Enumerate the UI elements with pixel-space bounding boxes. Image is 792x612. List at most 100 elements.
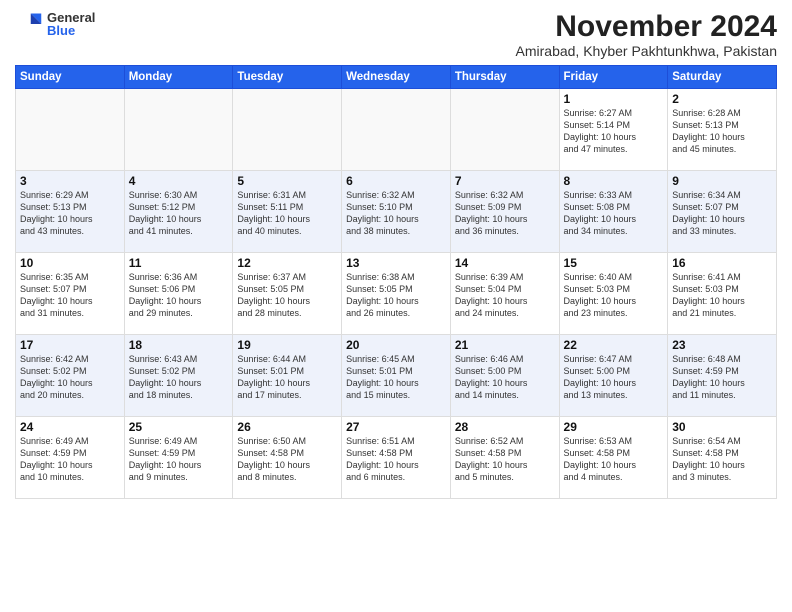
- day-cell: [124, 89, 233, 171]
- day-info: Sunrise: 6:48 AM Sunset: 4:59 PM Dayligh…: [672, 353, 772, 402]
- calendar-header-row: Sunday Monday Tuesday Wednesday Thursday…: [16, 66, 777, 89]
- header-tuesday: Tuesday: [233, 66, 342, 89]
- day-cell: 22Sunrise: 6:47 AM Sunset: 5:00 PM Dayli…: [559, 335, 668, 417]
- header-section: General Blue November 2024 Amirabad, Khy…: [15, 10, 777, 59]
- logo-icon: [15, 10, 43, 38]
- main-title: November 2024: [516, 10, 777, 43]
- day-info: Sunrise: 6:30 AM Sunset: 5:12 PM Dayligh…: [129, 189, 229, 238]
- day-number: 25: [129, 420, 229, 434]
- calendar-week-3: 10Sunrise: 6:35 AM Sunset: 5:07 PM Dayli…: [16, 253, 777, 335]
- day-info: Sunrise: 6:45 AM Sunset: 5:01 PM Dayligh…: [346, 353, 446, 402]
- day-number: 23: [672, 338, 772, 352]
- day-cell: 29Sunrise: 6:53 AM Sunset: 4:58 PM Dayli…: [559, 417, 668, 499]
- day-number: 9: [672, 174, 772, 188]
- day-number: 13: [346, 256, 446, 270]
- day-cell: 16Sunrise: 6:41 AM Sunset: 5:03 PM Dayli…: [668, 253, 777, 335]
- day-cell: 11Sunrise: 6:36 AM Sunset: 5:06 PM Dayli…: [124, 253, 233, 335]
- logo-text: General Blue: [47, 11, 95, 37]
- day-info: Sunrise: 6:51 AM Sunset: 4:58 PM Dayligh…: [346, 435, 446, 484]
- day-number: 6: [346, 174, 446, 188]
- day-info: Sunrise: 6:38 AM Sunset: 5:05 PM Dayligh…: [346, 271, 446, 320]
- day-number: 10: [20, 256, 120, 270]
- day-number: 22: [564, 338, 664, 352]
- day-info: Sunrise: 6:42 AM Sunset: 5:02 PM Dayligh…: [20, 353, 120, 402]
- day-info: Sunrise: 6:46 AM Sunset: 5:00 PM Dayligh…: [455, 353, 555, 402]
- day-info: Sunrise: 6:27 AM Sunset: 5:14 PM Dayligh…: [564, 107, 664, 156]
- title-section: November 2024 Amirabad, Khyber Pakhtunkh…: [516, 10, 777, 59]
- day-number: 30: [672, 420, 772, 434]
- day-number: 21: [455, 338, 555, 352]
- day-info: Sunrise: 6:52 AM Sunset: 4:58 PM Dayligh…: [455, 435, 555, 484]
- day-cell: 12Sunrise: 6:37 AM Sunset: 5:05 PM Dayli…: [233, 253, 342, 335]
- day-number: 2: [672, 92, 772, 106]
- day-cell: 28Sunrise: 6:52 AM Sunset: 4:58 PM Dayli…: [450, 417, 559, 499]
- day-number: 4: [129, 174, 229, 188]
- day-info: Sunrise: 6:49 AM Sunset: 4:59 PM Dayligh…: [20, 435, 120, 484]
- subtitle: Amirabad, Khyber Pakhtunkhwa, Pakistan: [516, 43, 777, 59]
- day-info: Sunrise: 6:36 AM Sunset: 5:06 PM Dayligh…: [129, 271, 229, 320]
- day-info: Sunrise: 6:50 AM Sunset: 4:58 PM Dayligh…: [237, 435, 337, 484]
- day-number: 3: [20, 174, 120, 188]
- day-cell: 23Sunrise: 6:48 AM Sunset: 4:59 PM Dayli…: [668, 335, 777, 417]
- day-info: Sunrise: 6:32 AM Sunset: 5:10 PM Dayligh…: [346, 189, 446, 238]
- day-number: 11: [129, 256, 229, 270]
- day-cell: 10Sunrise: 6:35 AM Sunset: 5:07 PM Dayli…: [16, 253, 125, 335]
- day-cell: 20Sunrise: 6:45 AM Sunset: 5:01 PM Dayli…: [342, 335, 451, 417]
- calendar-table: Sunday Monday Tuesday Wednesday Thursday…: [15, 65, 777, 499]
- day-cell: 24Sunrise: 6:49 AM Sunset: 4:59 PM Dayli…: [16, 417, 125, 499]
- day-cell: 1Sunrise: 6:27 AM Sunset: 5:14 PM Daylig…: [559, 89, 668, 171]
- page: General Blue November 2024 Amirabad, Khy…: [0, 0, 792, 612]
- day-cell: 27Sunrise: 6:51 AM Sunset: 4:58 PM Dayli…: [342, 417, 451, 499]
- header-wednesday: Wednesday: [342, 66, 451, 89]
- calendar-week-1: 1Sunrise: 6:27 AM Sunset: 5:14 PM Daylig…: [16, 89, 777, 171]
- day-info: Sunrise: 6:32 AM Sunset: 5:09 PM Dayligh…: [455, 189, 555, 238]
- calendar-week-4: 17Sunrise: 6:42 AM Sunset: 5:02 PM Dayli…: [16, 335, 777, 417]
- logo-blue-text: Blue: [47, 24, 95, 37]
- day-cell: 26Sunrise: 6:50 AM Sunset: 4:58 PM Dayli…: [233, 417, 342, 499]
- day-number: 19: [237, 338, 337, 352]
- day-cell: [450, 89, 559, 171]
- header-saturday: Saturday: [668, 66, 777, 89]
- day-number: 12: [237, 256, 337, 270]
- day-number: 5: [237, 174, 337, 188]
- day-info: Sunrise: 6:34 AM Sunset: 5:07 PM Dayligh…: [672, 189, 772, 238]
- calendar-week-2: 3Sunrise: 6:29 AM Sunset: 5:13 PM Daylig…: [16, 171, 777, 253]
- day-info: Sunrise: 6:37 AM Sunset: 5:05 PM Dayligh…: [237, 271, 337, 320]
- day-cell: 6Sunrise: 6:32 AM Sunset: 5:10 PM Daylig…: [342, 171, 451, 253]
- day-number: 8: [564, 174, 664, 188]
- day-cell: [16, 89, 125, 171]
- day-cell: 7Sunrise: 6:32 AM Sunset: 5:09 PM Daylig…: [450, 171, 559, 253]
- day-info: Sunrise: 6:33 AM Sunset: 5:08 PM Dayligh…: [564, 189, 664, 238]
- day-number: 28: [455, 420, 555, 434]
- day-cell: 13Sunrise: 6:38 AM Sunset: 5:05 PM Dayli…: [342, 253, 451, 335]
- day-info: Sunrise: 6:41 AM Sunset: 5:03 PM Dayligh…: [672, 271, 772, 320]
- day-info: Sunrise: 6:29 AM Sunset: 5:13 PM Dayligh…: [20, 189, 120, 238]
- day-cell: 17Sunrise: 6:42 AM Sunset: 5:02 PM Dayli…: [16, 335, 125, 417]
- day-info: Sunrise: 6:35 AM Sunset: 5:07 PM Dayligh…: [20, 271, 120, 320]
- day-cell: 9Sunrise: 6:34 AM Sunset: 5:07 PM Daylig…: [668, 171, 777, 253]
- day-number: 27: [346, 420, 446, 434]
- day-number: 16: [672, 256, 772, 270]
- day-info: Sunrise: 6:47 AM Sunset: 5:00 PM Dayligh…: [564, 353, 664, 402]
- header-sunday: Sunday: [16, 66, 125, 89]
- day-info: Sunrise: 6:31 AM Sunset: 5:11 PM Dayligh…: [237, 189, 337, 238]
- logo: General Blue: [15, 10, 95, 38]
- day-number: 18: [129, 338, 229, 352]
- day-cell: 8Sunrise: 6:33 AM Sunset: 5:08 PM Daylig…: [559, 171, 668, 253]
- day-cell: 18Sunrise: 6:43 AM Sunset: 5:02 PM Dayli…: [124, 335, 233, 417]
- day-info: Sunrise: 6:44 AM Sunset: 5:01 PM Dayligh…: [237, 353, 337, 402]
- day-number: 17: [20, 338, 120, 352]
- day-cell: 30Sunrise: 6:54 AM Sunset: 4:58 PM Dayli…: [668, 417, 777, 499]
- day-cell: 21Sunrise: 6:46 AM Sunset: 5:00 PM Dayli…: [450, 335, 559, 417]
- day-cell: 4Sunrise: 6:30 AM Sunset: 5:12 PM Daylig…: [124, 171, 233, 253]
- day-cell: 14Sunrise: 6:39 AM Sunset: 5:04 PM Dayli…: [450, 253, 559, 335]
- day-cell: 15Sunrise: 6:40 AM Sunset: 5:03 PM Dayli…: [559, 253, 668, 335]
- day-number: 1: [564, 92, 664, 106]
- day-number: 24: [20, 420, 120, 434]
- day-info: Sunrise: 6:40 AM Sunset: 5:03 PM Dayligh…: [564, 271, 664, 320]
- day-number: 15: [564, 256, 664, 270]
- day-info: Sunrise: 6:54 AM Sunset: 4:58 PM Dayligh…: [672, 435, 772, 484]
- header-monday: Monday: [124, 66, 233, 89]
- header-friday: Friday: [559, 66, 668, 89]
- day-cell: 25Sunrise: 6:49 AM Sunset: 4:59 PM Dayli…: [124, 417, 233, 499]
